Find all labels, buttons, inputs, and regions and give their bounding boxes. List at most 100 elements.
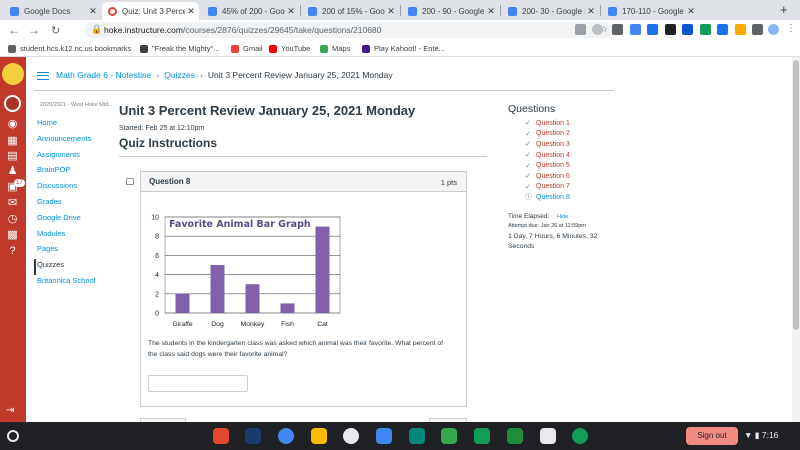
inbox-icon[interactable]: ✉ (5, 197, 20, 210)
drive-app-icon[interactable] (441, 428, 457, 444)
y-tick-label: 10 (151, 215, 159, 222)
bookmark-item[interactable]: Gmail (231, 44, 263, 53)
new-tab-icon[interactable]: + (780, 2, 788, 17)
tab-title: 200- 30 - Google Se (522, 6, 585, 16)
breadcrumb-quizzes[interactable]: Quizzes (164, 70, 195, 80)
school-logo[interactable] (2, 63, 24, 85)
answer-input[interactable] (148, 375, 248, 392)
reload-icon[interactable]: ↻ (51, 24, 60, 37)
course-nav-item[interactable]: Google Drive (34, 212, 114, 228)
course-nav-item[interactable]: Home (34, 117, 114, 133)
question-nav-item[interactable]: ✓ Question 1 (525, 118, 570, 129)
close-tab-icon[interactable]: ✕ (585, 6, 597, 17)
bookmark-item[interactable]: "Freak the Mighty"... (140, 44, 219, 53)
history-icon[interactable]: ◷ (5, 213, 20, 226)
extension-icon[interactable] (665, 24, 676, 35)
browser-tab[interactable]: 170-110 - Google Se✕ (602, 2, 699, 20)
chrome-app-icon[interactable] (278, 428, 294, 444)
browser-tab[interactable]: 200- 30 - Google Se✕ (502, 2, 599, 20)
course-nav-item[interactable]: Grades (34, 196, 114, 212)
question-nav-item[interactable]: ✓ Question 3 (525, 139, 570, 150)
extension-icon[interactable] (700, 24, 711, 35)
question-nav-label: Question 8 (536, 193, 570, 201)
bookmark-item[interactable]: Play Kahoot! - Ente... (362, 44, 445, 53)
collapse-nav-icon[interactable]: ⇥ (6, 405, 14, 416)
question-nav-item[interactable]: ✓ Question 6 (525, 171, 570, 182)
course-nav-item[interactable]: Announcements (34, 133, 114, 149)
extension-translate-icon[interactable] (630, 24, 641, 35)
question-nav-item[interactable]: ✓ Question 5 (525, 160, 570, 171)
account-avatar[interactable] (4, 95, 21, 112)
pear-deck-app-icon[interactable] (245, 428, 261, 444)
close-tab-icon[interactable]: ✕ (87, 6, 99, 17)
questions-heading: Questions (508, 103, 556, 115)
bookmark-item[interactable]: student.hcs.k12.nc.us bookmarks (8, 44, 131, 53)
bookmark-item[interactable]: Maps (320, 44, 350, 53)
help-icon[interactable]: ? (5, 245, 20, 258)
share-icon[interactable] (612, 24, 623, 35)
question-nav-label: Question 1 (536, 119, 570, 127)
hide-timer-link[interactable]: Hide (557, 214, 568, 220)
tab-favicon-icon (408, 6, 417, 16)
extension-icon[interactable] (717, 24, 728, 35)
course-nav-item[interactable]: BrainPOP (34, 164, 114, 180)
extension-icon[interactable] (682, 24, 693, 35)
keep-app-icon[interactable] (311, 428, 327, 444)
classroom-app-icon[interactable] (507, 428, 523, 444)
course-nav-item[interactable]: Pages (34, 243, 114, 259)
hangouts-app-icon[interactable] (572, 428, 588, 444)
question-nav-item[interactable]: ✓ Question 2 (525, 129, 570, 140)
close-tab-icon[interactable]: ✕ (485, 6, 497, 17)
groups-icon[interactable]: ♟ (5, 165, 20, 178)
course-menu-icon[interactable] (37, 72, 49, 80)
checkmark-icon: ✓ (525, 120, 531, 128)
sheets-app-icon[interactable] (474, 428, 490, 444)
course-nav-item[interactable]: Britannica School (34, 275, 114, 291)
browser-tab[interactable]: 45% of 200 - Google✕ (202, 2, 299, 20)
account-icon[interactable]: ◉ (5, 118, 20, 131)
question-nav-item[interactable]: ✓ Question 7 (525, 182, 570, 193)
turtle-app-icon[interactable] (540, 428, 556, 444)
close-tab-icon[interactable]: ✕ (185, 6, 197, 17)
studio-icon[interactable]: ▩ (5, 229, 20, 242)
bookmark-item[interactable]: YouTube (269, 44, 310, 53)
menu-dots-icon[interactable]: ⋮ (786, 23, 796, 34)
forward-icon[interactable]: → (28, 23, 40, 37)
close-tab-icon[interactable]: ✕ (285, 6, 297, 17)
canvas-app-icon[interactable] (213, 428, 229, 444)
cast-icon[interactable] (575, 24, 586, 35)
system-tray[interactable]: ▼ ▮ 7:16 (744, 430, 778, 441)
divider (34, 90, 614, 91)
question-nav-item[interactable]: ⓘ Question 8 (525, 192, 570, 203)
launcher-icon[interactable] (7, 430, 19, 442)
courses-icon[interactable]: ▤ (5, 150, 20, 163)
course-nav-item[interactable]: Modules (34, 228, 114, 244)
browser-tab[interactable]: 200 - 90 - Google S ✕ (402, 2, 499, 20)
profile-avatar[interactable] (768, 24, 779, 35)
scrollbar-thumb[interactable] (793, 60, 799, 330)
question-nav-item[interactable]: ✓ Question 4 (525, 150, 570, 161)
browser-tab[interactable]: Google Docs ✕ (4, 2, 101, 20)
bookmark-label: YouTube (281, 44, 311, 53)
browser-tab[interactable]: 200 of 15% - Google✕ (302, 2, 399, 20)
breadcrumb-course[interactable]: Math Grade 6 - Notestine (56, 70, 151, 80)
close-tab-icon[interactable]: ✕ (685, 6, 697, 17)
meet-app-icon[interactable] (409, 428, 425, 444)
puzzle-icon[interactable] (752, 24, 763, 35)
browser-toolbar: ← → ↻ 🔒 hoke.instructure.com/courses/287… (0, 20, 800, 41)
dashboard-icon[interactable]: ▦ (5, 135, 20, 148)
course-nav-item[interactable]: Assignments (34, 149, 114, 165)
search-icon[interactable] (592, 24, 603, 35)
flag-question-icon[interactable] (126, 178, 134, 185)
close-tab-icon[interactable]: ✕ (385, 6, 397, 17)
extension-icon[interactable] (735, 24, 746, 35)
browser-tab[interactable]: Quiz: Unit 3 Percent✕ (102, 2, 199, 20)
back-icon[interactable]: ← (8, 23, 20, 37)
extension-icon[interactable] (647, 24, 658, 35)
kami-app-icon[interactable] (343, 428, 359, 444)
course-nav-item[interactable]: Quizzes (34, 259, 114, 275)
docs-app-icon[interactable] (376, 428, 392, 444)
sign-out-button[interactable]: Sign out (686, 427, 738, 445)
address-bar[interactable]: 🔒 hoke.instructure.com/courses/2876/quiz… (84, 22, 614, 38)
course-nav-item[interactable]: Discussions (34, 180, 114, 196)
